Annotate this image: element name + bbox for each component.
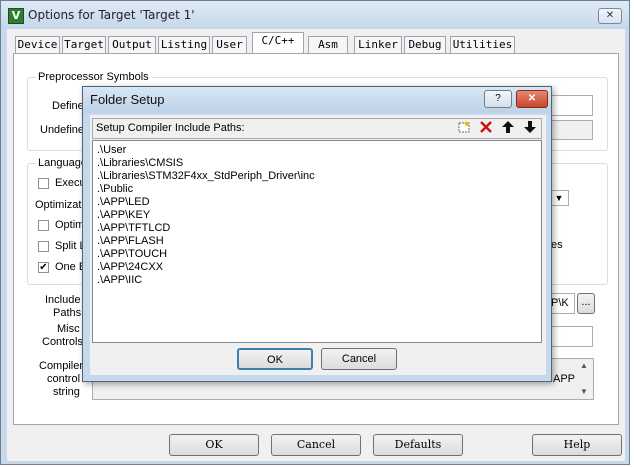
compiler-control-scroll-down-icon[interactable]: ▼	[580, 387, 588, 396]
include-path-item[interactable]: .\User	[97, 144, 126, 157]
include-path-item[interactable]: .\APP\TOUCH	[97, 248, 167, 261]
include-path-item[interactable]: .\Libraries\CMSIS	[97, 157, 183, 170]
tab-output[interactable]: Output	[108, 36, 156, 53]
optimize-time-label: Optim	[55, 219, 85, 231]
tab-device[interactable]: Device	[15, 36, 60, 53]
window-title: Options for Target 'Target 1'	[28, 8, 195, 22]
language-group-label: Language	[36, 157, 89, 169]
include-paths-header-label: Setup Compiler Include Paths:	[96, 122, 245, 134]
optimization-dropdown-arrow[interactable]: ▼	[549, 190, 569, 206]
misc-controls-label-line2: Controls	[42, 336, 83, 348]
split-load-label: Split L	[55, 240, 86, 252]
include-path-item[interactable]: .\APP\KEY	[97, 209, 150, 222]
preprocessor-group-label: Preprocessor Symbols	[36, 71, 151, 83]
include-path-item[interactable]: .\APP\IIC	[97, 274, 142, 287]
include-paths-label-line1: Include	[45, 294, 81, 306]
execute-only-label: Execu	[55, 177, 86, 189]
undefine-input[interactable]	[548, 120, 593, 140]
optimize-time-checkbox[interactable]	[38, 220, 49, 231]
include-path-item[interactable]: .\APP\24CXX	[97, 261, 163, 274]
window-title-bar[interactable]: V Options for Target 'Target 1' ✕	[1, 1, 629, 29]
execute-only-checkbox[interactable]	[38, 178, 49, 189]
include-paths-browse-button[interactable]: ...	[577, 293, 595, 314]
include-paths-list[interactable]: .\User .\Libraries\CMSIS .\Libraries\STM32…	[92, 140, 542, 343]
new-folder-icon[interactable]	[455, 120, 473, 137]
defaults-button[interactable]: Defaults	[373, 434, 463, 456]
tab-cc[interactable]: C/C++	[252, 32, 304, 54]
move-down-icon[interactable]	[521, 120, 539, 137]
folder-setup-dialog: Folder Setup ? ✕ Setup Compiler Include …	[82, 86, 552, 382]
folder-setup-close-button[interactable]: ✕	[516, 90, 548, 108]
undefine-label: Undefine	[40, 124, 85, 136]
compiler-control-label-line2: control	[47, 373, 81, 385]
include-path-item[interactable]: .\APP\TFTLCD	[97, 222, 170, 235]
include-paths-header: Setup Compiler Include Paths:	[92, 118, 542, 139]
right-option-label-tail: es	[551, 239, 563, 251]
include-paths-input[interactable]: P\K	[548, 293, 575, 314]
folder-setup-title-bar[interactable]: Folder Setup ? ✕	[83, 87, 551, 113]
misc-controls-label-line1: Misc	[57, 323, 80, 335]
cancel-button[interactable]: Cancel	[271, 434, 361, 456]
folder-setup-title: Folder Setup	[90, 92, 165, 107]
define-input[interactable]	[548, 95, 593, 116]
keil-app-icon: V	[8, 8, 24, 24]
compiler-control-label-line3: string	[53, 386, 80, 398]
tab-asm[interactable]: Asm	[308, 36, 348, 53]
include-path-item[interactable]: .\Public	[97, 183, 133, 196]
tab-user[interactable]: User	[212, 36, 247, 53]
window-close-button[interactable]: ✕	[598, 8, 622, 24]
help-button[interactable]: Help	[532, 434, 622, 456]
tab-listing[interactable]: Listing	[158, 36, 210, 53]
compiler-control-scroll-up-icon[interactable]: ▲	[580, 361, 588, 370]
include-paths-label-line2: Paths	[53, 307, 82, 319]
folder-setup-cancel-button[interactable]: Cancel	[321, 348, 397, 370]
delete-icon[interactable]	[477, 120, 495, 137]
include-path-item[interactable]: .\APP\LED	[97, 196, 150, 209]
tab-linker[interactable]: Linker	[354, 36, 402, 53]
tab-target[interactable]: Target	[62, 36, 106, 53]
tab-debug[interactable]: Debug	[404, 36, 446, 53]
tab-utilities[interactable]: Utilities	[450, 36, 515, 53]
define-label: Define	[52, 100, 84, 112]
folder-setup-ok-button[interactable]: OK	[237, 348, 313, 370]
include-path-item[interactable]: .\Libraries\STM32F4xx_StdPeriph_Driver\i…	[97, 170, 315, 183]
one-elf-checkbox[interactable]: ✔	[38, 262, 49, 273]
compiler-control-label-line1: Compiler	[39, 360, 84, 372]
include-path-item[interactable]: .\APP\FLASH	[97, 235, 164, 248]
compiler-control-tail-text: APP	[553, 373, 576, 385]
folder-setup-help-button[interactable]: ?	[484, 90, 512, 108]
misc-controls-input[interactable]	[548, 326, 593, 347]
split-load-checkbox[interactable]	[38, 241, 49, 252]
move-up-icon[interactable]	[499, 120, 517, 137]
ok-button[interactable]: OK	[169, 434, 259, 456]
